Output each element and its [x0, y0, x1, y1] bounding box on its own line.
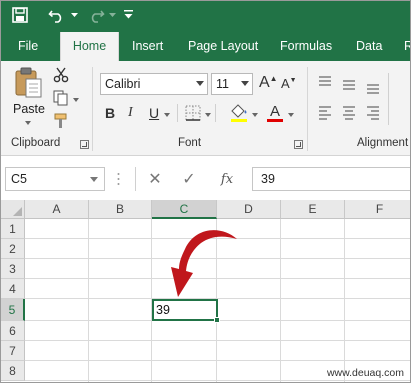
paste-button[interactable]: Paste — [9, 67, 49, 125]
font-name-select[interactable]: Calibri — [100, 73, 208, 95]
formula-input[interactable]: 39 — [252, 167, 410, 191]
clipboard-group-label: Clipboard — [11, 137, 61, 149]
divider — [215, 104, 216, 122]
group-separator — [92, 67, 93, 151]
gridline — [280, 219, 281, 382]
group-separator — [307, 67, 308, 151]
column-header-a[interactable]: A — [25, 200, 89, 219]
tab-home[interactable]: Home — [60, 32, 119, 62]
grow-font-label: A — [259, 74, 270, 91]
tab-data[interactable]: Data — [356, 32, 382, 61]
ribbon: Paste Clipboard Calibri 11 A▲ A▼ B I U A… — [1, 61, 410, 156]
cell-c5-value: 39 — [156, 303, 170, 317]
font-color-swatch — [267, 119, 283, 122]
row-header-3[interactable]: 3 — [1, 259, 25, 279]
alignment-buttons — [318, 73, 410, 133]
tab-page-layout[interactable]: Page Layout — [188, 32, 258, 61]
row-header-5[interactable]: 5 — [1, 299, 25, 321]
font-size-select[interactable]: 11 — [211, 73, 253, 95]
ribbon-tabs: File Home Insert Page Layout Formulas Da… — [1, 32, 410, 62]
font-group-label: Font — [178, 137, 202, 149]
borders-icon[interactable] — [185, 105, 201, 121]
paste-label: Paste — [13, 102, 45, 116]
chevron-down-icon — [196, 81, 204, 86]
column-header-d[interactable]: D — [217, 200, 281, 219]
row-header-8[interactable]: 8 — [1, 361, 25, 381]
watermark: www.deuaq.com — [326, 367, 404, 379]
tab-review[interactable]: R — [404, 32, 410, 61]
clipboard-launcher-icon[interactable] — [80, 140, 89, 149]
gridline — [344, 219, 345, 382]
borders-dropdown-icon[interactable] — [205, 113, 211, 117]
shrink-font-label: A — [281, 76, 290, 91]
gridline — [25, 360, 410, 361]
gridline — [25, 340, 410, 341]
row-header-1[interactable]: 1 — [1, 219, 25, 239]
paste-icon — [15, 67, 42, 98]
row-header-7[interactable]: 7 — [1, 341, 25, 361]
row-header-2[interactable]: 2 — [1, 239, 25, 259]
cancel-button[interactable]: ✕ — [141, 167, 169, 191]
redo-icon[interactable] — [85, 1, 107, 29]
gridline — [88, 219, 89, 382]
save-icon[interactable] — [9, 1, 31, 29]
excel-window: File Home Insert Page Layout Formulas Da… — [0, 0, 411, 383]
font-color-dropdown-icon[interactable] — [288, 113, 294, 117]
name-box-value: C5 — [11, 172, 27, 186]
divider — [177, 104, 178, 122]
format-painter-icon[interactable] — [53, 113, 71, 131]
font-size-value: 11 — [216, 77, 229, 91]
row-header-6[interactable]: 6 — [1, 321, 25, 341]
font-launcher-icon[interactable] — [294, 140, 303, 149]
tab-file[interactable]: File — [18, 32, 38, 61]
grip-icon[interactable] — [117, 172, 120, 186]
enter-button[interactable]: ✓ — [175, 167, 203, 191]
column-header-b[interactable]: B — [89, 200, 152, 219]
fill-color-icon[interactable] — [229, 103, 249, 123]
red-arrow-icon — [171, 230, 237, 297]
paste-dropdown-icon[interactable] — [25, 121, 31, 125]
formula-bar: C5 ✕ ✓ fx 39 — [1, 156, 410, 201]
copy-icon[interactable] — [53, 90, 71, 108]
customize-qat-icon[interactable] — [121, 1, 135, 29]
undo-dropdown-icon[interactable] — [69, 1, 79, 29]
chevron-down-icon — [241, 81, 249, 86]
alignment-group-label: Alignment — [357, 137, 409, 149]
redo-dropdown-icon[interactable] — [107, 1, 117, 29]
underline-dropdown-icon[interactable] — [164, 113, 170, 117]
fill-color-dropdown-icon[interactable] — [252, 113, 258, 117]
shrink-font-button[interactable]: A▼ — [281, 77, 297, 90]
font-name-value: Calibri — [105, 77, 141, 91]
insert-function-button[interactable]: fx — [213, 167, 241, 191]
font-color-button[interactable]: A — [265, 103, 285, 123]
fill-handle[interactable] — [214, 317, 220, 323]
bold-button[interactable]: B — [105, 106, 115, 120]
chevron-down-icon — [90, 177, 98, 182]
tab-insert[interactable]: Insert — [132, 32, 163, 61]
cut-icon[interactable] — [53, 67, 71, 85]
column-header-c[interactable]: C — [152, 200, 217, 219]
gridline — [25, 380, 410, 381]
name-box[interactable]: C5 — [5, 167, 105, 191]
tab-formulas[interactable]: Formulas — [280, 32, 332, 61]
column-header-e[interactable]: E — [281, 200, 345, 219]
title-bar — [1, 1, 410, 32]
undo-icon[interactable] — [45, 1, 67, 29]
font-color-label: A — [269, 103, 280, 120]
italic-button[interactable]: I — [128, 106, 133, 120]
divider — [135, 167, 136, 191]
row-header-4[interactable]: 4 — [1, 279, 25, 299]
column-header-f[interactable]: F — [345, 200, 410, 219]
underline-button[interactable]: U — [149, 106, 159, 120]
copy-dropdown-icon[interactable] — [73, 98, 79, 102]
select-all-button[interactable] — [1, 200, 25, 219]
grow-font-button[interactable]: A▲ — [259, 75, 278, 91]
